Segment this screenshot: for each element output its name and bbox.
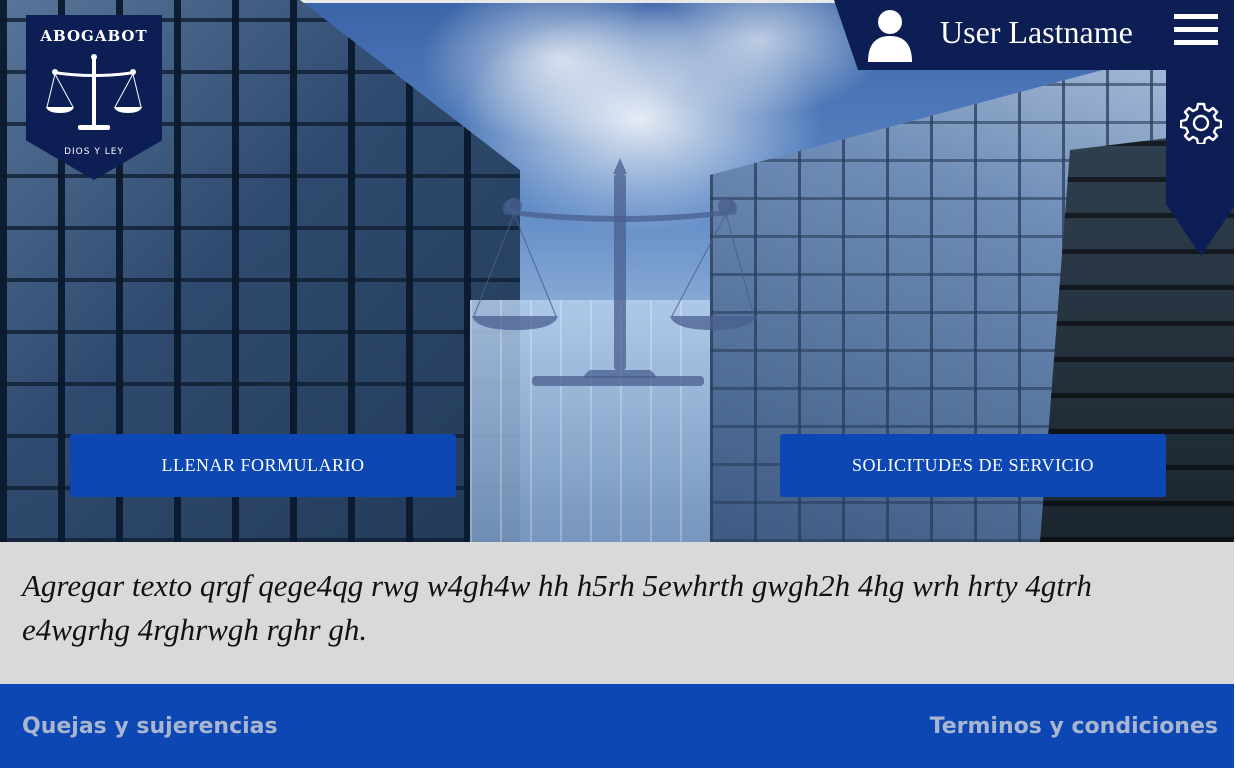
user-name[interactable]: User Lastname [940, 14, 1133, 51]
solicitudes-servicio-button[interactable]: SOLICITUDES DE SERVICIO [780, 434, 1166, 497]
intro-text: Agregar texto qrgf qege4qg rwg w4gh4w hh… [22, 568, 1092, 647]
terminos-condiciones-link[interactable]: Terminos y condiciones [930, 714, 1218, 739]
scales-of-justice-icon [46, 54, 142, 130]
hero-banner: LLENAR FORMULARIO SOLICITUDES DE SERVICI… [0, 0, 1234, 542]
user-avatar-icon[interactable] [868, 8, 912, 62]
footer: Quejas y sujerencias Terminos y condicio… [0, 684, 1234, 768]
brand-name: ABOGABOT [40, 27, 148, 45]
llenar-formulario-button[interactable]: LLENAR FORMULARIO [70, 434, 456, 497]
gear-icon[interactable] [1180, 102, 1222, 144]
scales-watermark-icon [472, 158, 756, 386]
hamburger-menu-icon[interactable] [1174, 14, 1220, 48]
quejas-sujerencias-link[interactable]: Quejas y sujerencias [22, 714, 278, 739]
intro-section: Agregar texto qrgf qege4qg rwg w4gh4w hh… [0, 542, 1234, 684]
